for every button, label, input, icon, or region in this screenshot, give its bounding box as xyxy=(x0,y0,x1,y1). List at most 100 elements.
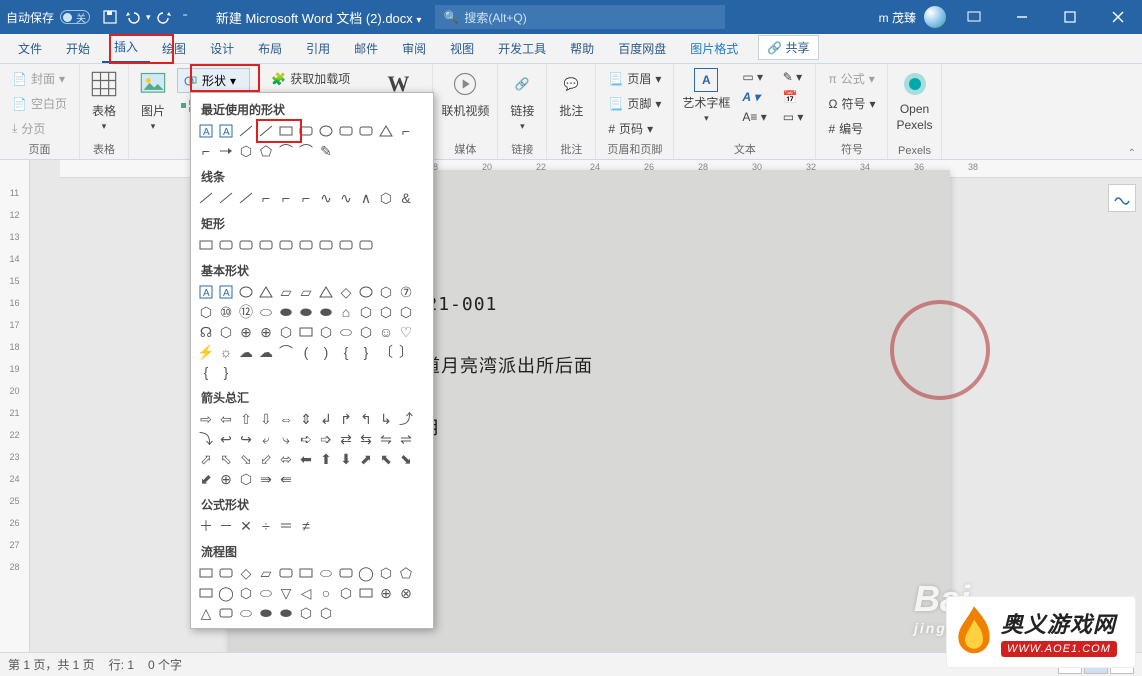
shape-item[interactable]: ＝ xyxy=(277,517,295,535)
shape-item[interactable] xyxy=(317,236,335,254)
shape-item[interactable]: ⬬ xyxy=(297,303,315,321)
qat-customize-icon[interactable]: ⁼ xyxy=(179,12,192,23)
shape-item[interactable] xyxy=(337,236,355,254)
dropcap-icon[interactable]: A≡ ▾ xyxy=(738,108,770,126)
shape-item[interactable] xyxy=(277,236,295,254)
shape-item[interactable]: ∿ xyxy=(317,189,335,207)
shape-item[interactable]: ⇚ xyxy=(277,470,295,488)
shape-item[interactable]: A xyxy=(197,283,215,301)
header-button[interactable]: 📃 页眉 ▾ xyxy=(604,68,665,89)
shape-item[interactable]: ✕ xyxy=(237,517,255,535)
shape-item[interactable]: ↩ xyxy=(217,430,235,448)
datetime-icon[interactable]: 📅 xyxy=(779,88,808,106)
shape-item[interactable] xyxy=(237,122,255,140)
page-break-button[interactable]: ⤓ 分页 xyxy=(8,118,71,139)
avatar[interactable] xyxy=(924,6,946,28)
shape-item[interactable]: ⬡ xyxy=(377,283,395,301)
shape-item[interactable]: ⬡ xyxy=(317,604,335,622)
shape-item[interactable]: ⇦ xyxy=(217,410,235,428)
pictures-button[interactable]: 图片▾ xyxy=(137,68,169,132)
shape-item[interactable] xyxy=(297,236,315,254)
symbol-button[interactable]: Ω 符号 ▾ xyxy=(824,93,879,114)
shape-item[interactable] xyxy=(197,584,215,602)
shape-item[interactable]: ⌐ xyxy=(297,189,315,207)
shape-item[interactable]: ⬭ xyxy=(237,604,255,622)
shape-item[interactable]: ⬭ xyxy=(257,303,275,321)
undo-chevron-icon[interactable]: ▾ xyxy=(146,12,151,23)
shape-item[interactable]: ⬡ xyxy=(377,564,395,582)
shape-item[interactable]: ○ xyxy=(317,584,335,602)
tab-layout[interactable]: 布局 xyxy=(246,34,294,63)
tab-design[interactable]: 设计 xyxy=(198,34,246,63)
links-button[interactable]: 🔗链接▾ xyxy=(506,68,538,132)
shape-item[interactable] xyxy=(317,122,335,140)
layout-options-icon[interactable] xyxy=(1108,184,1136,212)
tab-draw[interactable]: 绘图 xyxy=(150,34,198,63)
close-icon[interactable] xyxy=(1098,0,1138,34)
shape-item[interactable]: ⬁ xyxy=(217,450,235,468)
shape-item[interactable]: ⬭ xyxy=(317,564,335,582)
shape-item[interactable]: ⬡ xyxy=(317,323,335,341)
shape-item[interactable] xyxy=(217,604,235,622)
shape-item[interactable]: ☊ xyxy=(197,323,215,341)
shape-item[interactable]: ◇ xyxy=(237,564,255,582)
tab-picture-format[interactable]: 图片格式 xyxy=(678,34,750,63)
shape-item[interactable]: ⇩ xyxy=(257,410,275,428)
signature-icon[interactable]: ✎ ▾ xyxy=(779,68,808,86)
footer-button[interactable]: 📃 页脚 ▾ xyxy=(604,93,665,114)
tab-home[interactable]: 开始 xyxy=(54,34,102,63)
shape-item[interactable]: ⇌ xyxy=(397,430,415,448)
shape-item[interactable] xyxy=(237,189,255,207)
shape-item[interactable]: ⬡ xyxy=(297,604,315,622)
shape-item[interactable]: ↰ xyxy=(357,410,375,428)
shape-item[interactable]: ⬈ xyxy=(357,450,375,468)
shape-item[interactable] xyxy=(217,564,235,582)
shape-item[interactable] xyxy=(297,564,315,582)
shape-item[interactable]: ⬬ xyxy=(317,303,335,321)
shape-item[interactable]: A xyxy=(217,122,235,140)
shape-item[interactable]: ⑩ xyxy=(217,303,235,321)
shape-item[interactable]: ⬭ xyxy=(337,323,355,341)
shape-item[interactable]: ⬀ xyxy=(197,450,215,468)
undo-icon[interactable] xyxy=(124,9,140,25)
number-button[interactable]: # 编号 xyxy=(824,118,879,139)
shape-item[interactable]: ⬄ xyxy=(277,450,295,468)
shape-item[interactable]: ⊕ xyxy=(237,323,255,341)
shape-item[interactable]: ∿ xyxy=(337,189,355,207)
shape-item[interactable]: ◯ xyxy=(357,564,375,582)
shape-item[interactable]: ⌐ xyxy=(257,189,275,207)
pexels-button[interactable]: OpenPexels xyxy=(896,68,932,132)
shape-item[interactable] xyxy=(297,323,315,341)
shape-item[interactable]: ⬡ xyxy=(237,142,255,160)
tab-mailings[interactable]: 邮件 xyxy=(342,34,390,63)
shape-item[interactable]: ≠ xyxy=(297,517,315,535)
shape-item[interactable]: ↲ xyxy=(317,410,335,428)
shape-item[interactable]: ▽ xyxy=(277,584,295,602)
shape-item[interactable]: ⬂ xyxy=(237,450,255,468)
shape-item[interactable]: ⇧ xyxy=(237,410,255,428)
shape-item[interactable]: ( xyxy=(297,343,315,361)
shape-item[interactable]: ◁ xyxy=(297,584,315,602)
shape-item[interactable] xyxy=(357,236,375,254)
shape-item[interactable]: ♡ xyxy=(397,323,415,341)
shape-item[interactable]: △ xyxy=(197,604,215,622)
shape-item[interactable]: ⬡ xyxy=(357,323,375,341)
shape-item[interactable]: ⇋ xyxy=(377,430,395,448)
object-icon[interactable]: ▭ ▾ xyxy=(779,108,808,126)
shape-item[interactable] xyxy=(197,236,215,254)
shape-item[interactable]: ➩ xyxy=(317,430,335,448)
wordart-icon[interactable]: A ▾ xyxy=(738,88,770,106)
shape-item[interactable]: ⬡ xyxy=(237,584,255,602)
shape-item[interactable]: { xyxy=(337,343,355,361)
shape-item[interactable]: ⬠ xyxy=(257,142,275,160)
shape-item[interactable]: ⇨ xyxy=(197,410,215,428)
shape-item[interactable]: ⇆ xyxy=(357,430,375,448)
shape-item[interactable]: ⬡ xyxy=(197,303,215,321)
minimize-icon[interactable] xyxy=(1002,0,1042,34)
shape-item[interactable] xyxy=(197,564,215,582)
shape-item[interactable]: ⤷ xyxy=(277,430,295,448)
maximize-icon[interactable] xyxy=(1050,0,1090,34)
shape-item[interactable]: ⬋ xyxy=(197,470,215,488)
share-button[interactable]: 🔗 共享 xyxy=(758,35,818,60)
shape-item[interactable]: ⌐ xyxy=(397,122,415,140)
